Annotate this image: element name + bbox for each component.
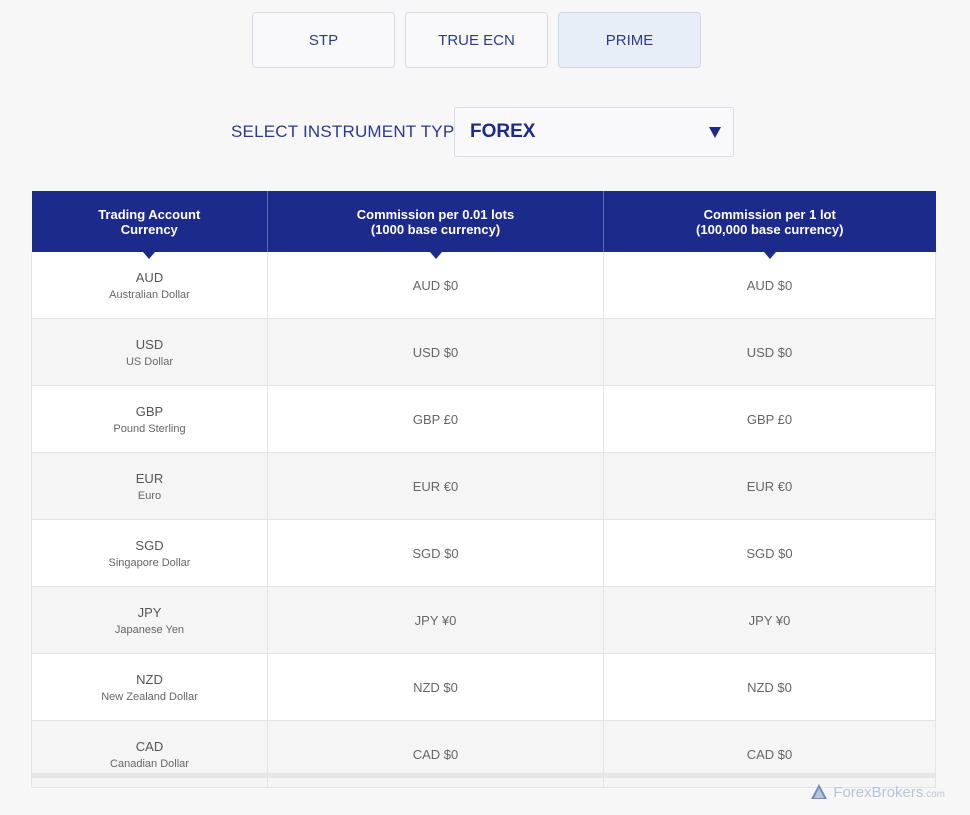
table-row: AUD Australian Dollar AUD $0 AUD $0 (31, 252, 936, 319)
commission-per-001-cell: SGD $0 (267, 519, 604, 587)
commission-per-1-cell: AUD $0 (603, 252, 936, 319)
currency-cell: SGD Singapore Dollar (31, 519, 268, 587)
currency-name: US Dollar (125, 355, 174, 368)
table-header-row: Trading Account Currency Commission per … (31, 191, 936, 259)
watermark-brand: ForexBrokers (833, 783, 924, 801)
watermark-domain: .com (923, 788, 945, 800)
commission-per-001-cell: EUR €0 (267, 452, 604, 520)
commission-per-001-cell: GBP £0 (267, 385, 604, 453)
instrument-type-label: SELECT INSTRUMENT TYPE: (231, 122, 471, 141)
header-line: Trading Account (98, 206, 201, 222)
header-commission-per-1-lot: Commission per 1 lot (100,000 base curre… (603, 191, 936, 259)
currency-code: CAD (135, 738, 164, 754)
currency-name: Australian Dollar (109, 288, 190, 301)
currency-cell: EUR Euro (31, 452, 268, 520)
table-row: GBP Pound Sterling GBP £0 GBP £0 (31, 385, 936, 453)
commission-per-001-cell: JPY ¥0 (267, 586, 604, 654)
forexbrokers-logo-icon (811, 784, 828, 799)
table-row: JPY Japanese Yen JPY ¥0 JPY ¥0 (31, 586, 936, 654)
currency-code: NZD (136, 671, 163, 687)
instrument-type-select[interactable]: FOREX (454, 107, 734, 157)
header-trading-account-currency: Trading Account Currency (31, 191, 268, 259)
currency-code: AUD (135, 269, 164, 285)
tab-stp[interactable]: STP (252, 12, 395, 68)
header-pointer-icon (429, 252, 442, 259)
instrument-type-value: FOREX (470, 121, 536, 142)
currency-cell: NZD New Zealand Dollar (31, 653, 268, 721)
account-type-tabs: STP TRUE ECN PRIME (252, 12, 711, 68)
commission-per-1-cell: EUR €0 (603, 452, 936, 520)
header-pointer-icon (143, 252, 156, 259)
table-row: USD US Dollar USD $0 USD $0 (31, 318, 936, 386)
currency-name: Japanese Yen (114, 623, 185, 636)
commission-per-1-cell: JPY ¥0 (603, 586, 936, 654)
table-footer-bar (31, 773, 935, 778)
table-row: EUR Euro EUR €0 EUR €0 (31, 452, 936, 520)
commission-per-001-cell: USD $0 (267, 318, 604, 386)
currency-cell: USD US Dollar (31, 318, 268, 386)
header-line: Currency (120, 221, 178, 237)
currency-name: Canadian Dollar (110, 757, 189, 770)
commission-per-1-cell: NZD $0 (603, 653, 936, 721)
commission-per-1-cell: GBP £0 (603, 385, 936, 453)
currency-cell: JPY Japanese Yen (31, 586, 268, 654)
table-row: NZD New Zealand Dollar NZD $0 NZD $0 (31, 653, 936, 721)
currency-name: Singapore Dollar (108, 556, 191, 569)
tab-true-ecn[interactable]: TRUE ECN (405, 12, 548, 68)
commission-per-001-cell: AUD $0 (267, 252, 604, 319)
currency-code: SGD (135, 537, 164, 553)
header-commission-per-001-lots: Commission per 0.01 lots (1000 base curr… (267, 191, 604, 259)
table-row: SGD Singapore Dollar SGD $0 SGD $0 (31, 519, 936, 587)
currency-name: New Zealand Dollar (101, 690, 198, 703)
header-line: Commission per 0.01 lots (356, 206, 515, 222)
header-line: (100,000 base currency) (696, 221, 844, 237)
header-line: Commission per 1 lot (703, 206, 836, 222)
tab-prime[interactable]: PRIME (558, 12, 701, 68)
header-pointer-icon (763, 252, 776, 259)
currency-code: GBP (135, 403, 164, 419)
currency-code: JPY (137, 604, 162, 620)
commission-per-1-cell: USD $0 (603, 318, 936, 386)
currency-code: EUR (135, 470, 164, 486)
currency-cell: AUD Australian Dollar (31, 252, 268, 319)
currency-name: Pound Sterling (113, 422, 186, 435)
header-line: (1000 base currency) (370, 221, 501, 237)
caret-down-icon (709, 127, 721, 138)
currency-name: Euro (137, 489, 162, 502)
commission-per-001-cell: NZD $0 (267, 653, 604, 721)
currency-code: USD (135, 336, 164, 352)
commission-per-1-cell: SGD $0 (603, 519, 936, 587)
forexbrokers-watermark: ForexBrokers .com (810, 783, 945, 801)
currency-cell: GBP Pound Sterling (31, 385, 268, 453)
commission-table: Trading Account Currency Commission per … (31, 191, 936, 788)
